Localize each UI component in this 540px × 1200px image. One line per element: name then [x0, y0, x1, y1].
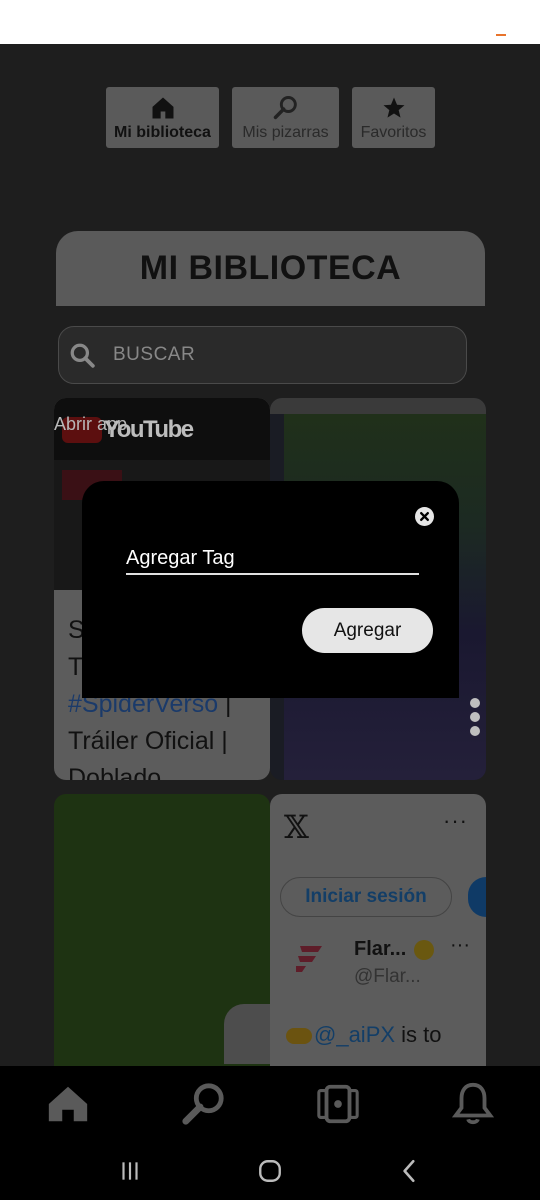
- page-title: MI BIBLIOTECA: [139, 249, 402, 287]
- more-options-icon[interactable]: ···: [450, 934, 470, 957]
- star-icon: [383, 97, 404, 118]
- status-indicator: [496, 34, 506, 36]
- nav-boards[interactable]: [270, 1066, 405, 1142]
- top-tabs: Mi biblioteca Mis pizarras Favoritos: [106, 87, 435, 148]
- back-icon: [403, 1159, 415, 1183]
- tag-input-wrapper: [126, 543, 419, 575]
- tab-favoritos[interactable]: Favoritos: [352, 87, 435, 148]
- recents-icon: [122, 1162, 138, 1180]
- signup-button[interactable]: [468, 877, 486, 917]
- search-icon: [181, 1083, 224, 1125]
- add-tag-dialog: Agregar: [82, 481, 459, 698]
- home-icon: [48, 1086, 87, 1122]
- system-nav: [0, 1142, 540, 1200]
- bell-icon: [451, 1082, 494, 1125]
- tweet-text: @_aiPX is to: [286, 1022, 442, 1048]
- tab-label: Mis pizarras: [242, 123, 329, 141]
- home-circle-icon: [259, 1160, 281, 1182]
- title-line: Tráiler Oficial |: [68, 727, 228, 755]
- page-header: MI BIBLIOTECA: [56, 231, 485, 306]
- tab-label: Favoritos: [360, 123, 427, 141]
- open-app-link[interactable]: Abrir app: [54, 414, 127, 435]
- bottom-nav: [0, 1066, 540, 1142]
- account-logo-icon: [296, 946, 322, 972]
- search-icon: [70, 343, 95, 368]
- more-options-icon[interactable]: ···: [443, 808, 468, 834]
- recents-button[interactable]: [110, 1151, 150, 1191]
- status-bar: [0, 0, 540, 44]
- handshake-icon: [286, 1028, 312, 1045]
- phone-frame-icon: [316, 1084, 359, 1124]
- search-bar[interactable]: BUSCAR: [58, 326, 467, 384]
- home-icon: [152, 97, 173, 118]
- home-button[interactable]: [250, 1151, 290, 1191]
- library-card-video[interactable]: [54, 794, 270, 1066]
- tab-label: Mi biblioteca: [114, 123, 211, 141]
- tab-mis-pizarras[interactable]: Mis pizarras: [232, 87, 339, 148]
- close-icon[interactable]: [415, 507, 434, 526]
- search-icon: [273, 95, 297, 119]
- x-logo-icon: 𝕏: [284, 808, 309, 846]
- nav-notifications[interactable]: [405, 1066, 540, 1142]
- account-name: Flar...: [354, 938, 407, 960]
- tab-mi-biblioteca[interactable]: Mi biblioteca: [106, 87, 219, 148]
- title-line: Doblado: [68, 764, 162, 780]
- add-tag-button[interactable]: Agregar: [302, 608, 433, 653]
- more-options-icon[interactable]: [470, 698, 480, 736]
- tag-input[interactable]: [126, 543, 419, 573]
- card-top-band: [270, 398, 486, 414]
- library-card-x[interactable]: 𝕏 ··· Iniciar sesión Flar... ··· @Flar..…: [270, 794, 486, 1066]
- mention-link[interactable]: @_aiPX: [314, 1022, 395, 1047]
- video-thumbnail: [224, 1004, 270, 1064]
- tweet-body: is to: [395, 1022, 442, 1047]
- search-input[interactable]: BUSCAR: [113, 344, 195, 366]
- nav-home[interactable]: [0, 1066, 135, 1142]
- nav-search[interactable]: [135, 1066, 270, 1142]
- back-button[interactable]: [390, 1151, 430, 1191]
- verified-badge-icon: [414, 940, 434, 960]
- login-button[interactable]: Iniciar sesión: [280, 877, 452, 917]
- account-handle: @Flar...: [354, 966, 421, 987]
